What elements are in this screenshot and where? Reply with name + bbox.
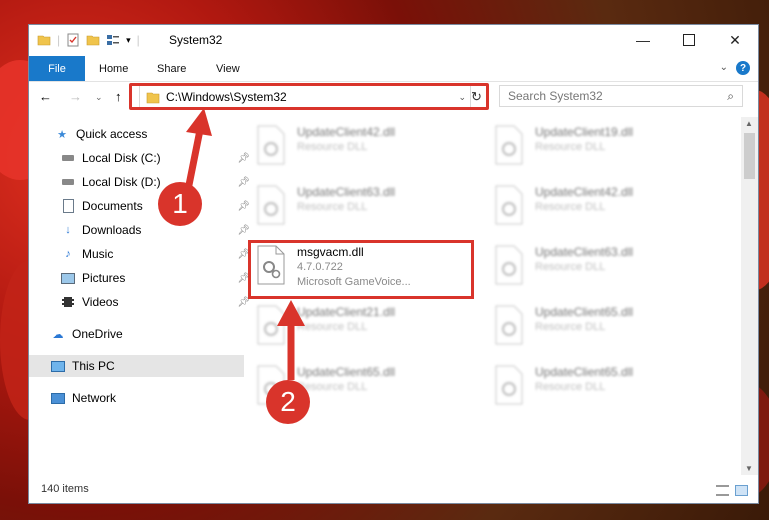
callout-badge-2: 2 (266, 380, 310, 424)
callout-badge-1: 1 (158, 182, 202, 226)
callout-arrows (184, 108, 305, 380)
